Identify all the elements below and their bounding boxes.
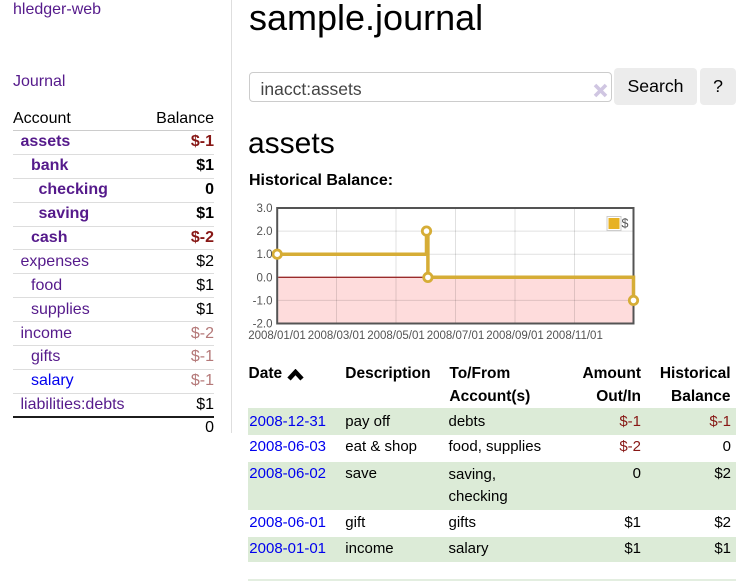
svg-text:1.0: 1.0 xyxy=(257,249,273,261)
svg-text:2008/05/01: 2008/05/01 xyxy=(367,330,425,342)
svg-text:2008/01/01: 2008/01/01 xyxy=(248,330,306,342)
svg-text:2008/11/01: 2008/11/01 xyxy=(546,330,603,342)
svg-text:-2.0: -2.0 xyxy=(253,319,273,331)
svg-text:2008/07/01: 2008/07/01 xyxy=(427,330,485,342)
svg-text:-1.0: -1.0 xyxy=(253,295,273,307)
svg-text:2008/03/01: 2008/03/01 xyxy=(308,330,366,342)
svg-text:0.0: 0.0 xyxy=(257,272,273,284)
svg-text:2008/09/01: 2008/09/01 xyxy=(486,330,544,342)
svg-text:3.0: 3.0 xyxy=(257,203,273,215)
svg-text:$: $ xyxy=(622,217,629,231)
svg-text:2.0: 2.0 xyxy=(257,226,273,238)
